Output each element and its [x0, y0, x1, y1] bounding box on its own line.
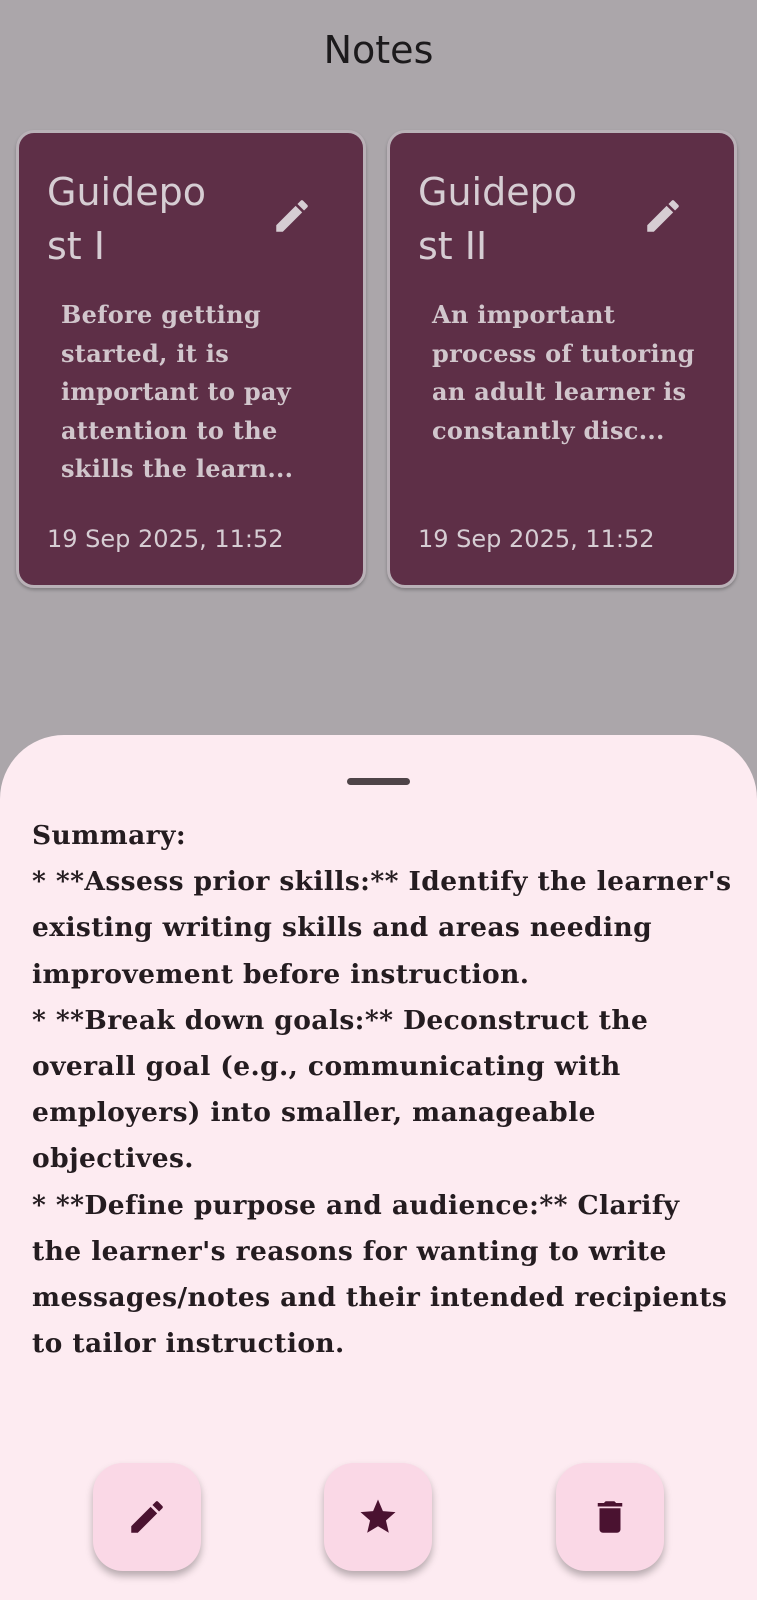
note-date: 19 Sep 2025, 11:52	[47, 525, 284, 553]
favorite-button[interactable]	[324, 1463, 432, 1571]
note-date: 19 Sep 2025, 11:52	[418, 525, 655, 553]
pencil-icon	[131, 1501, 163, 1533]
page-title: Notes	[323, 28, 434, 72]
note-card-2[interactable]: Guidepo st II An important process of tu…	[387, 130, 737, 588]
note-title: Guidepo st I	[47, 170, 206, 268]
note-card-1[interactable]: Guidepo st I Before getting started, it …	[16, 130, 366, 588]
note-preview: Before getting started, it is important …	[61, 300, 294, 483]
edit-icon[interactable]	[642, 195, 684, 237]
star-icon	[360, 1499, 396, 1533]
delete-button[interactable]	[556, 1463, 664, 1571]
note-title: Guidepo st II	[418, 170, 577, 268]
notes-screen: Notes Guidepo st I Before getting starte…	[0, 0, 757, 1600]
summary-text: Summary: * **Assess prior skills:** Iden…	[32, 820, 732, 1360]
note-preview: An important process of tutoring an adul…	[432, 300, 695, 445]
edit-icon[interactable]	[271, 195, 313, 237]
edit-button[interactable]	[93, 1463, 201, 1571]
drag-handle[interactable]	[347, 778, 410, 785]
trash-icon	[597, 1501, 623, 1533]
